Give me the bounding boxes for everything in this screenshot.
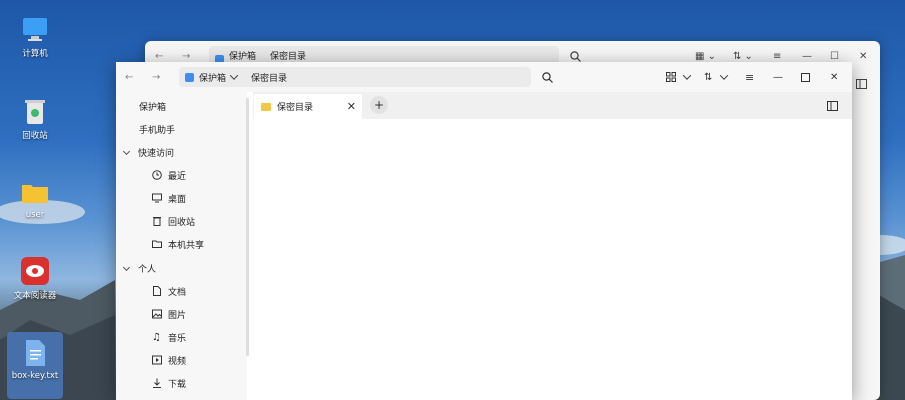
close-icon[interactable]: ✕: [830, 69, 838, 85]
view-mode-icon[interactable]: [666, 69, 676, 85]
tab-label: 保密目录: [277, 103, 314, 113]
sidebar-item-label: 回收站: [168, 217, 196, 228]
folder-share-icon: [151, 239, 162, 250]
sidebar-group-label: 快速访问: [138, 148, 175, 159]
trash-icon: [151, 216, 162, 227]
music-icon: ♫: [152, 331, 161, 343]
desktop-icon-box-key[interactable]: box-key.txt: [7, 332, 63, 399]
sidebar-splitter[interactable]: [246, 98, 249, 356]
download-icon: [151, 378, 162, 389]
safe-box-icon: [185, 72, 194, 82]
sidebar-item-desktop[interactable]: 桌面: [116, 187, 246, 209]
desktop-icon-label: box-key.txt: [11, 371, 59, 381]
sidebar-item-label: 视频: [168, 356, 187, 367]
document-icon: [151, 286, 162, 297]
image-icon: [151, 309, 162, 320]
sidebar-item-trash[interactable]: 回收站: [116, 210, 246, 232]
breadcrumb-current[interactable]: 保密目录: [270, 49, 306, 62]
sidebar-item-label: 音乐: [168, 333, 187, 344]
folder-icon: [261, 102, 271, 111]
desktop-icon-label: 回收站: [22, 131, 48, 141]
chevron-down-icon: [122, 263, 131, 271]
desktop-icon-user[interactable]: user: [6, 177, 64, 220]
video-icon: [151, 355, 162, 366]
folder-icon: [20, 177, 50, 207]
sidebar-item-label: 下载: [168, 379, 187, 390]
forward-arrow-icon[interactable]: →: [152, 69, 160, 85]
breadcrumb-current[interactable]: 保密目录: [251, 71, 287, 84]
window-toolbar: ← → 保护箱 保密目录 ⇅ ≡ — ✕: [116, 62, 852, 92]
sidebar-item-label: 最近: [168, 171, 187, 182]
sidebar-item-phone-assistant[interactable]: 手机助手: [116, 118, 246, 140]
sidebar-item-music[interactable]: ♫ 音乐: [116, 326, 246, 348]
trash-icon: [20, 96, 50, 126]
back-arrow-icon[interactable]: ←: [125, 69, 133, 85]
sidebar-item-label: 文档: [168, 287, 187, 298]
sidebar-item-local-share[interactable]: 本机共享: [116, 233, 246, 255]
sidebar-item-documents[interactable]: 文档: [116, 280, 246, 302]
chevron-down-icon[interactable]: [682, 69, 692, 85]
sidebar: 保护箱 手机助手 快速访问 最近 桌面 回收站 本机共享 个人 文档 图片 ♫ …: [116, 92, 247, 400]
text-file-icon: [20, 338, 50, 368]
sidebar-item-recent[interactable]: 最近: [116, 164, 246, 186]
sidebar-group-label: 个人: [138, 264, 157, 275]
sort-icon[interactable]: ⇅: [704, 69, 712, 85]
search-icon[interactable]: [542, 69, 553, 85]
desktop-icon-trash[interactable]: 回收站: [6, 96, 64, 141]
sidebar-group-quick-access[interactable]: 快速访问: [116, 141, 246, 163]
breadcrumb-root[interactable]: 保护箱: [199, 71, 226, 84]
sidebar-group-personal[interactable]: 个人: [116, 257, 246, 279]
menu-icon[interactable]: ≡: [745, 69, 754, 85]
chevron-down-icon[interactable]: [719, 69, 729, 85]
desktop-icon-label: user: [25, 210, 45, 220]
sidebar-item-pictures[interactable]: 图片: [116, 303, 246, 325]
breadcrumb-root[interactable]: 保护箱: [229, 49, 256, 62]
desktop-icon-computer[interactable]: 计算机: [6, 14, 64, 59]
sidebar-item-label: 保护箱: [139, 102, 167, 113]
minimize-icon[interactable]: —: [773, 69, 783, 85]
file-list-area[interactable]: [253, 119, 852, 400]
close-icon[interactable]: ✕: [859, 48, 867, 64]
split-view-icon[interactable]: [856, 79, 867, 92]
desktop-icon-label: 计算机: [22, 49, 48, 59]
file-manager-window[interactable]: ← → 保护箱 保密目录 ⇅ ≡ — ✕ 保护箱 手机助手 快速访问 最近 桌面…: [116, 62, 852, 400]
close-tab-icon[interactable]: ✕: [347, 100, 356, 113]
add-tab-button[interactable]: +: [370, 96, 388, 114]
desktop-icon-label: 文本阅读器: [13, 291, 57, 301]
chevron-down-icon: [122, 147, 131, 155]
clock-icon: [151, 170, 162, 181]
sidebar-item-label: 桌面: [168, 194, 187, 205]
chevron-down-icon[interactable]: [229, 71, 239, 80]
address-bar[interactable]: 保护箱 保密目录: [179, 67, 531, 87]
sidebar-item-label: 手机助手: [139, 125, 176, 136]
sidebar-item-label: 图片: [168, 310, 187, 321]
sidebar-item-downloads[interactable]: 下载: [116, 372, 246, 394]
desktop-icon-reader[interactable]: 文本阅读器: [6, 256, 64, 301]
tab-secret-directory[interactable]: 保密目录 ✕: [254, 94, 362, 119]
maximize-icon[interactable]: [801, 69, 810, 85]
computer-icon: [20, 14, 50, 44]
monitor-icon: [151, 193, 162, 204]
sidebar-item-videos[interactable]: 视频: [116, 349, 246, 371]
split-view-icon[interactable]: [827, 101, 838, 114]
tab-bar: 保密目录 ✕ +: [253, 92, 852, 119]
sidebar-item-label: 本机共享: [168, 240, 205, 251]
reader-app-icon: [20, 256, 50, 286]
sidebar-item-safe-box[interactable]: 保护箱: [116, 95, 246, 117]
